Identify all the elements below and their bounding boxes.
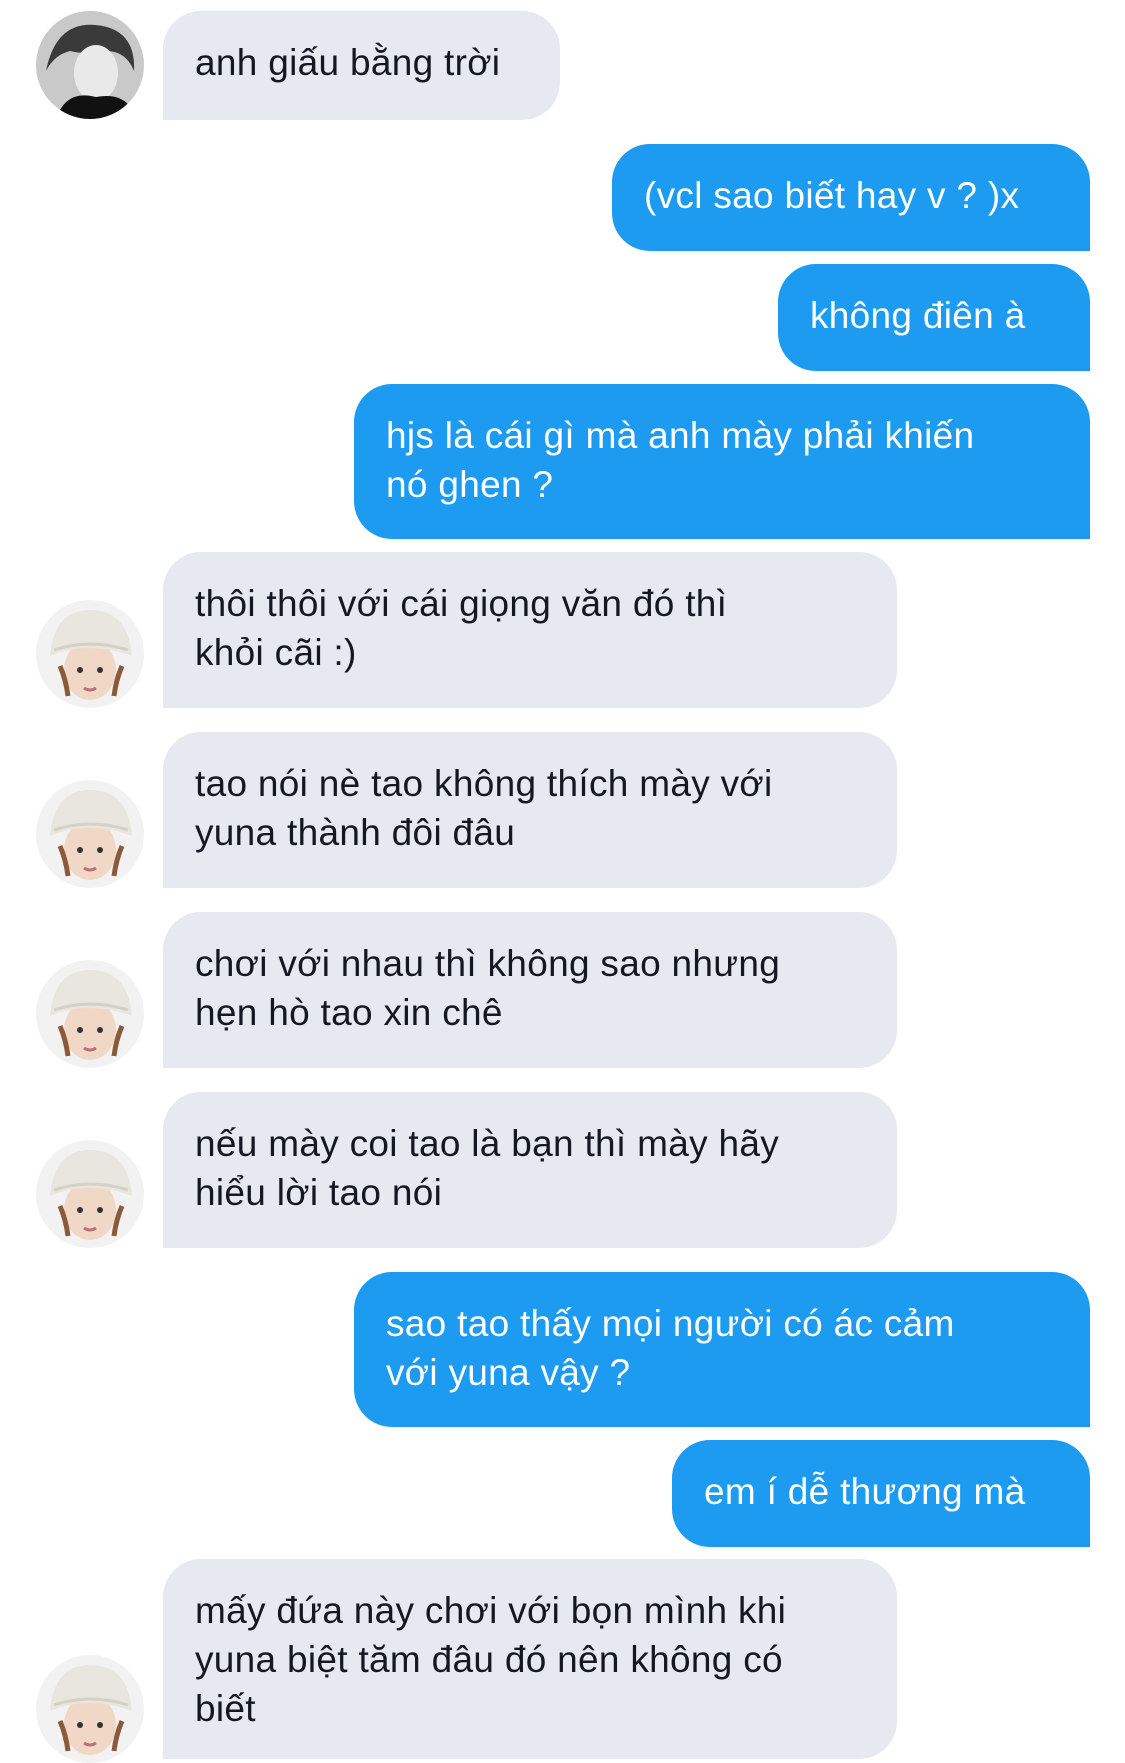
avatar-beanie[interactable] xyxy=(36,1140,144,1248)
avatar-dark[interactable] xyxy=(36,11,144,119)
message-bubble-outgoing[interactable]: không điên à xyxy=(778,264,1090,371)
message-bubble-incoming[interactable]: anh giấu bằng trời xyxy=(163,11,560,120)
avatar-beanie[interactable] xyxy=(36,780,144,888)
message-bubble-outgoing[interactable]: sao tao thấy mọi người có ác cảm với yun… xyxy=(354,1272,1090,1427)
message-bubble-incoming[interactable]: mấy đứa này chơi với bọn mình khi yuna b… xyxy=(163,1559,897,1759)
avatar-beanie[interactable] xyxy=(36,600,144,708)
message-bubble-incoming[interactable]: thôi thôi với cái giọng văn đó thì khỏi … xyxy=(163,552,897,708)
message-bubble-outgoing[interactable]: hjs là cái gì mà anh mày phải khiến nó g… xyxy=(354,384,1090,539)
message-bubble-incoming[interactable]: nếu mày coi tao là bạn thì mày hãy hiểu … xyxy=(163,1092,897,1248)
message-bubble-outgoing[interactable]: (vcl sao biết hay v ? )x xyxy=(612,144,1090,251)
message-bubble-outgoing[interactable]: em í dễ thương mà xyxy=(672,1440,1090,1547)
avatar-beanie[interactable] xyxy=(36,960,144,1068)
avatar-beanie[interactable] xyxy=(36,1655,144,1763)
message-bubble-incoming[interactable]: chơi với nhau thì không sao nhưng hẹn hò… xyxy=(163,912,897,1068)
message-bubble-incoming[interactable]: tao nói nè tao không thích mày với yuna … xyxy=(163,732,897,888)
